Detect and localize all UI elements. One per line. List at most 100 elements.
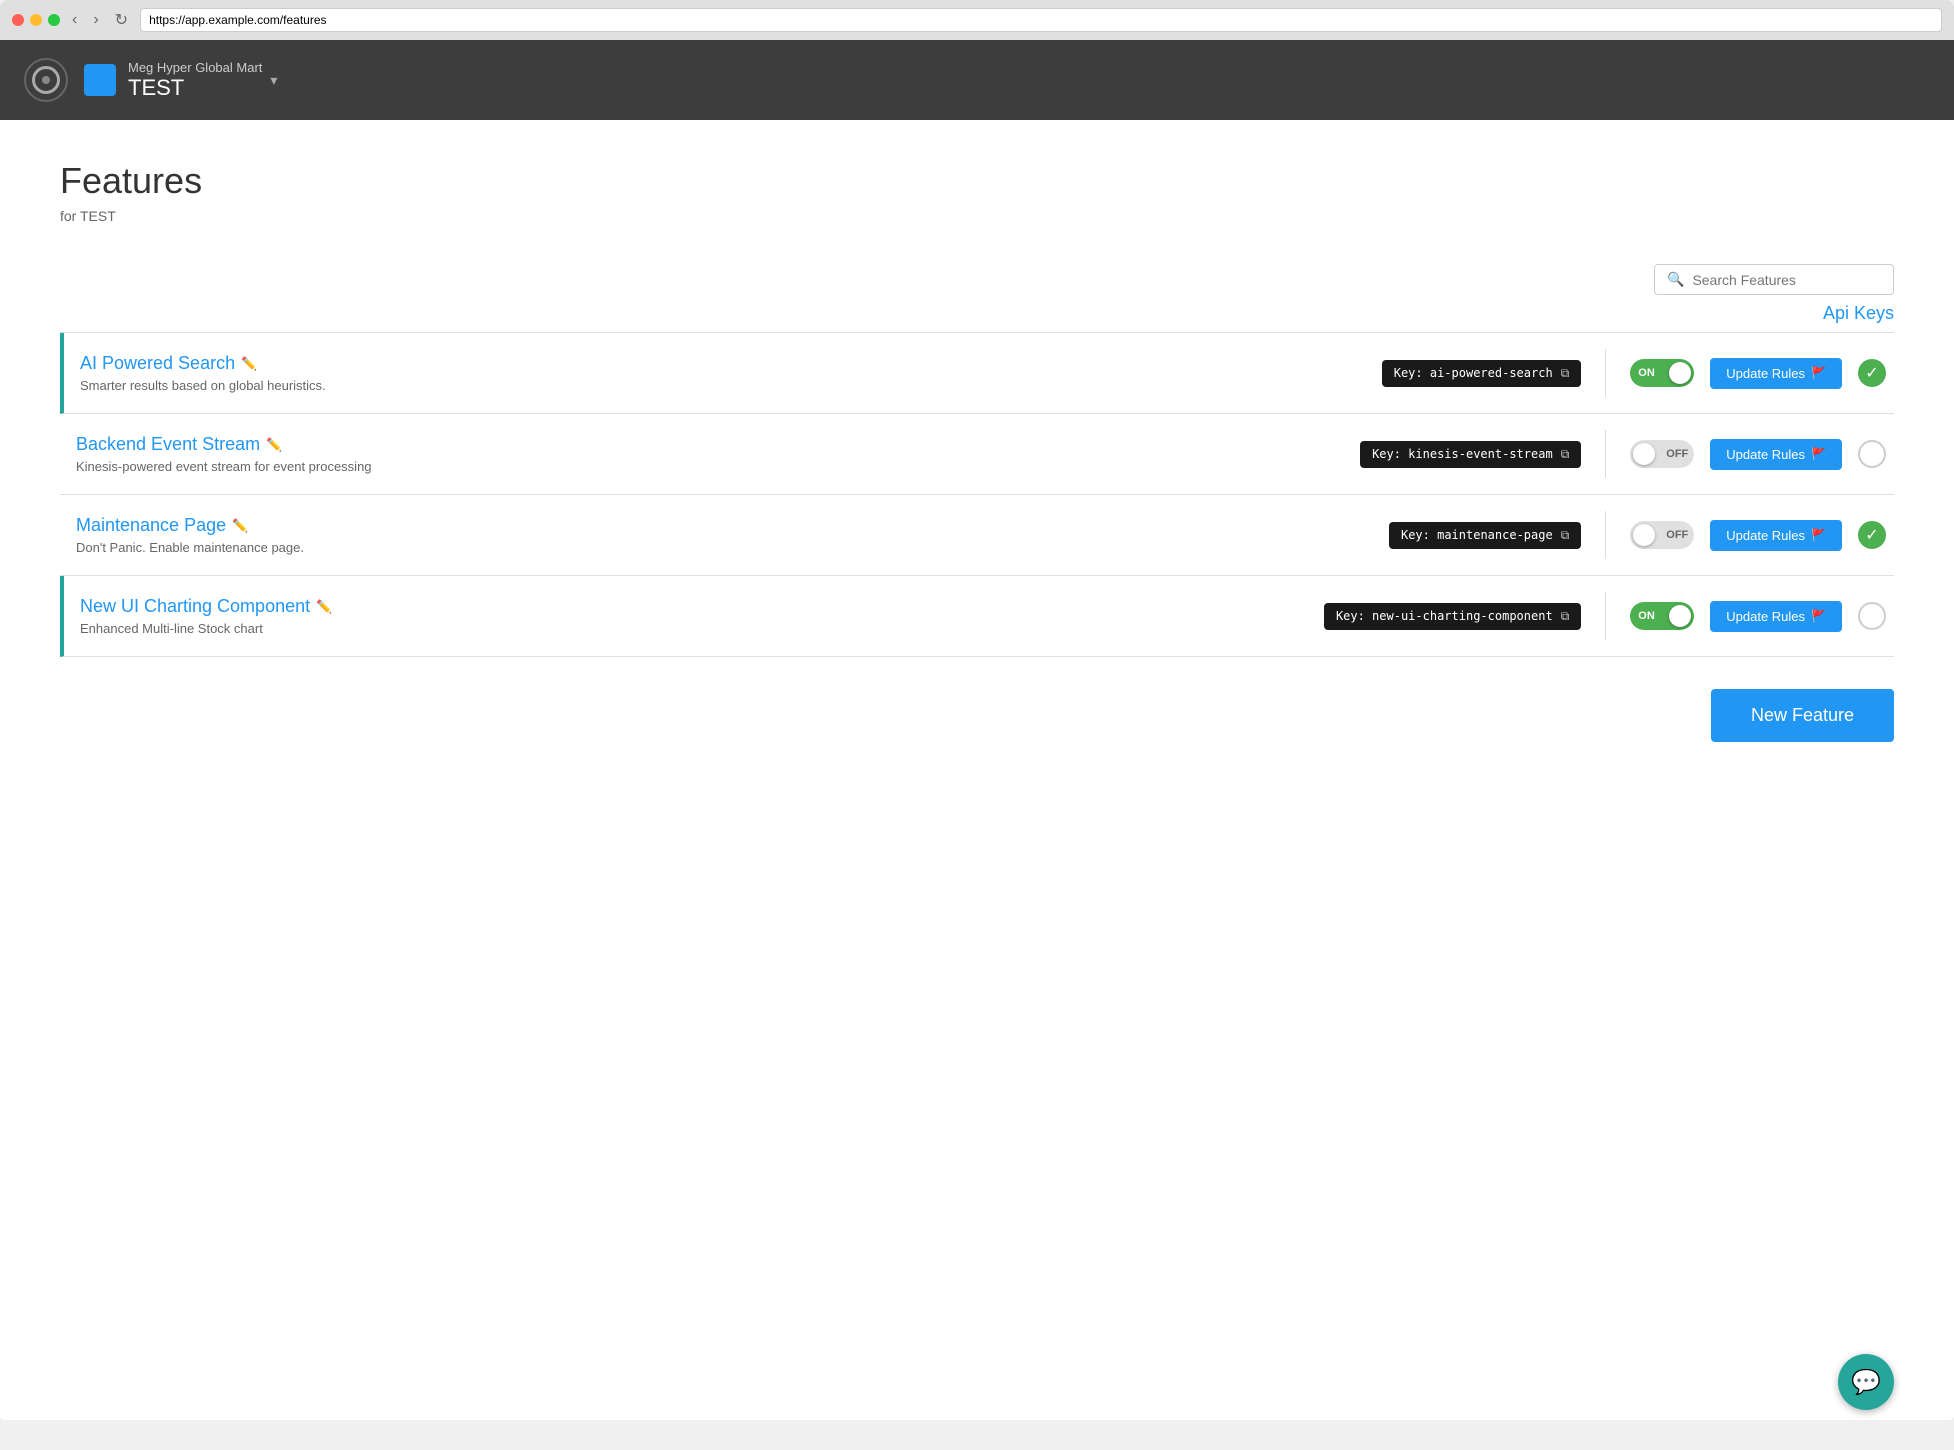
org-name: Meg Hyper Global Mart: [128, 60, 262, 76]
feature-key-badge: Key: maintenance-page ⧉: [1389, 522, 1581, 549]
feature-toggle[interactable]: ON: [1630, 359, 1694, 387]
org-env: TEST: [128, 76, 262, 100]
maximize-button[interactable]: [48, 14, 60, 26]
feature-description: Smarter results based on global heuristi…: [80, 378, 1382, 393]
org-info: Meg Hyper Global Mart TEST: [128, 60, 262, 100]
update-rules-label: Update Rules: [1726, 528, 1805, 543]
feature-description: Enhanced Multi-line Stock chart: [80, 621, 1324, 636]
update-rules-label: Update Rules: [1726, 366, 1805, 381]
vertical-divider: [1605, 511, 1606, 559]
browser-frame: ‹ › ↻: [0, 0, 1954, 40]
chat-icon: 💬: [1851, 1368, 1881, 1397]
edit-icon[interactable]: ✏️: [232, 518, 248, 534]
chat-bubble-button[interactable]: 💬: [1838, 1354, 1894, 1410]
toggle-knob: [1633, 524, 1655, 546]
feature-toggle[interactable]: OFF: [1630, 521, 1694, 549]
feature-info: Backend Event Stream ✏️ Kinesis-powered …: [60, 434, 1360, 474]
app-logo: [24, 58, 68, 102]
update-rules-button[interactable]: Update Rules 🚩: [1710, 439, 1842, 470]
toggle-knob: [1633, 443, 1655, 465]
update-rules-label: Update Rules: [1726, 447, 1805, 462]
forward-button[interactable]: ›: [89, 9, 102, 31]
search-icon: 🔍: [1667, 271, 1684, 288]
feature-toggle[interactable]: ON: [1630, 602, 1694, 630]
edit-icon[interactable]: ✏️: [266, 437, 282, 453]
copy-icon[interactable]: ⧉: [1561, 447, 1570, 462]
feature-row: Backend Event Stream ✏️ Kinesis-powered …: [60, 414, 1894, 495]
toggle-knob: [1669, 605, 1691, 627]
copy-icon[interactable]: ⧉: [1561, 528, 1570, 543]
close-button[interactable]: [12, 14, 24, 26]
feature-check-circle: ✓: [1858, 359, 1886, 387]
feature-info: AI Powered Search ✏️ Smarter results bas…: [64, 353, 1382, 393]
vertical-divider: [1605, 430, 1606, 478]
copy-icon[interactable]: ⧉: [1561, 366, 1570, 381]
feature-key-badge: Key: new-ui-charting-component ⧉: [1324, 603, 1581, 630]
feature-info: New UI Charting Component ✏️ Enhanced Mu…: [64, 596, 1324, 636]
flag-icon: 🚩: [1811, 447, 1826, 461]
feature-check-circle: [1858, 440, 1886, 468]
api-keys-link[interactable]: Api Keys: [1823, 303, 1894, 324]
feature-row: Maintenance Page ✏️ Don't Panic. Enable …: [60, 495, 1894, 576]
feature-key-badge: Key: kinesis-event-stream ⧉: [1360, 441, 1581, 468]
search-input[interactable]: [1692, 272, 1881, 288]
main-content: Features for TEST 🔍 Api Keys AI Powered …: [0, 120, 1954, 782]
feature-check-circle: [1858, 602, 1886, 630]
browser-nav: ‹ › ↻: [68, 8, 132, 32]
copy-icon[interactable]: ⧉: [1561, 609, 1570, 624]
feature-controls: Key: new-ui-charting-component ⧉ ON Upda…: [1324, 592, 1894, 640]
browser-titlebar: ‹ › ↻: [12, 8, 1942, 40]
search-row: 🔍: [60, 264, 1894, 295]
feature-controls: Key: maintenance-page ⧉ OFF Update Rules…: [1389, 511, 1894, 559]
feature-name[interactable]: AI Powered Search ✏️: [80, 353, 1382, 374]
new-feature-row: New Feature: [60, 689, 1894, 742]
feature-check-circle: ✓: [1858, 521, 1886, 549]
browser-body: Meg Hyper Global Mart TEST ▾ Features fo…: [0, 40, 1954, 1420]
traffic-lights: [12, 14, 60, 26]
edit-icon[interactable]: ✏️: [316, 599, 332, 615]
key-text: Key: new-ui-charting-component: [1336, 609, 1553, 623]
toggle-label: ON: [1638, 367, 1655, 379]
page-title: Features: [60, 160, 1894, 202]
org-dropdown-arrow[interactable]: ▾: [270, 72, 277, 89]
feature-name[interactable]: New UI Charting Component ✏️: [80, 596, 1324, 617]
vertical-divider: [1605, 592, 1606, 640]
features-list: AI Powered Search ✏️ Smarter results bas…: [60, 332, 1894, 657]
feature-controls: Key: ai-powered-search ⧉ ON Update Rules…: [1382, 349, 1894, 397]
flag-icon: 🚩: [1811, 609, 1826, 623]
api-keys-row: Api Keys: [60, 303, 1894, 324]
toggle-label: OFF: [1666, 529, 1688, 541]
toggle-knob: [1669, 362, 1691, 384]
new-feature-button[interactable]: New Feature: [1711, 689, 1894, 742]
logo-dot: [42, 76, 50, 84]
feature-description: Don't Panic. Enable maintenance page.: [76, 540, 1389, 555]
org-icon: [84, 64, 116, 96]
feature-description: Kinesis-powered event stream for event p…: [76, 459, 1360, 474]
minimize-button[interactable]: [30, 14, 42, 26]
vertical-divider: [1605, 349, 1606, 397]
feature-controls: Key: kinesis-event-stream ⧉ OFF Update R…: [1360, 430, 1894, 478]
update-rules-button[interactable]: Update Rules 🚩: [1710, 358, 1842, 389]
page-subtitle: for TEST: [60, 208, 1894, 224]
back-button[interactable]: ‹: [68, 9, 81, 31]
feature-info: Maintenance Page ✏️ Don't Panic. Enable …: [60, 515, 1389, 555]
edit-icon[interactable]: ✏️: [241, 356, 257, 372]
update-rules-button[interactable]: Update Rules 🚩: [1710, 601, 1842, 632]
toggle-label: ON: [1638, 610, 1655, 622]
key-text: Key: kinesis-event-stream: [1372, 447, 1553, 461]
flag-icon: 🚩: [1811, 528, 1826, 542]
toggle-label: OFF: [1666, 448, 1688, 460]
address-bar[interactable]: [140, 8, 1942, 32]
update-rules-label: Update Rules: [1726, 609, 1805, 624]
update-rules-button[interactable]: Update Rules 🚩: [1710, 520, 1842, 551]
search-box: 🔍: [1654, 264, 1894, 295]
feature-toggle[interactable]: OFF: [1630, 440, 1694, 468]
flag-icon: 🚩: [1811, 366, 1826, 380]
feature-name[interactable]: Maintenance Page ✏️: [76, 515, 1389, 536]
feature-key-badge: Key: ai-powered-search ⧉: [1382, 360, 1582, 387]
feature-name[interactable]: Backend Event Stream ✏️: [76, 434, 1360, 455]
feature-row: New UI Charting Component ✏️ Enhanced Mu…: [60, 576, 1894, 657]
key-text: Key: ai-powered-search: [1394, 366, 1553, 380]
app-header: Meg Hyper Global Mart TEST ▾: [0, 40, 1954, 120]
refresh-button[interactable]: ↻: [111, 8, 132, 32]
